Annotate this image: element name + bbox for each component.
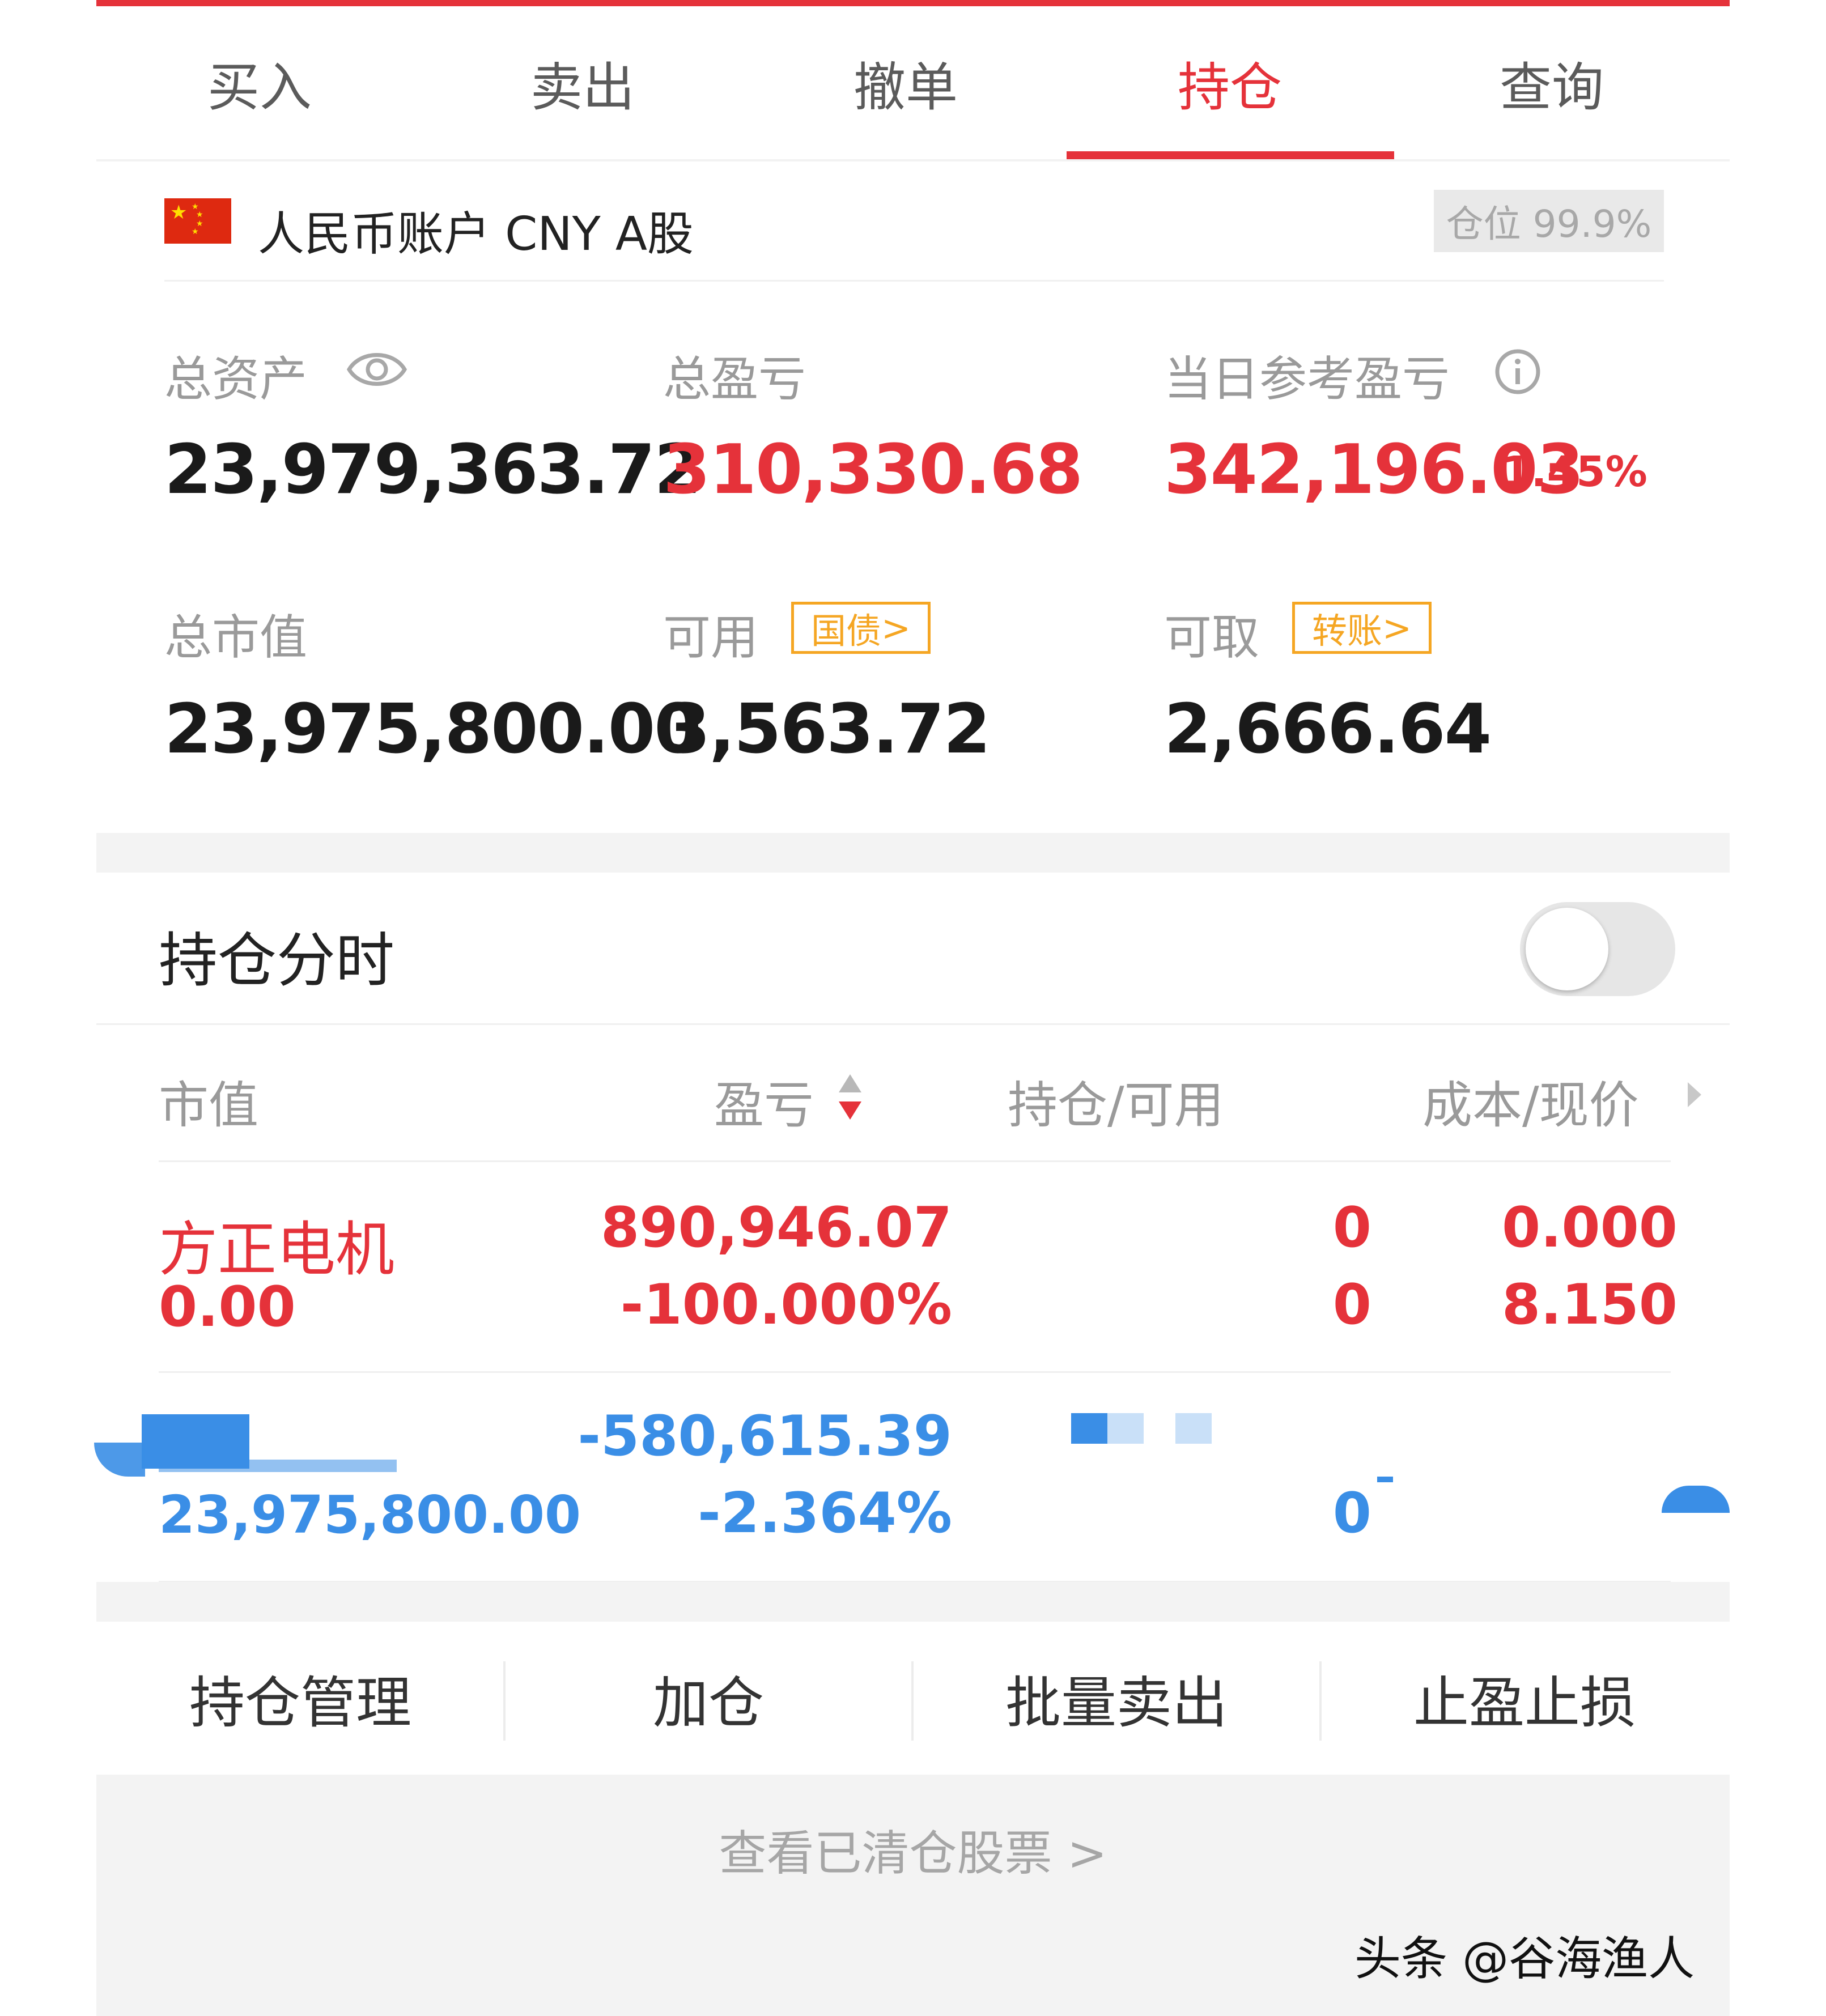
divider: [159, 1160, 1671, 1162]
total-pnl-label: 总盈亏: [663, 351, 806, 407]
market-value-value: 23,975,800.00: [164, 690, 702, 769]
stock-cost: 0.000: [1502, 1196, 1678, 1260]
available-value: 3,563.72: [663, 690, 991, 769]
position-ratio-badge: 仓位 99.9%: [1434, 190, 1664, 252]
divider: [96, 1023, 1730, 1025]
top-accent-bar: [96, 0, 1730, 6]
info-icon[interactable]: [1494, 348, 1542, 395]
stock-available: 0: [1332, 1481, 1371, 1546]
treasury-bond-tag[interactable]: 国债 >: [791, 602, 931, 654]
add-position-button[interactable]: 加仓: [504, 1622, 912, 1775]
view-cleared-stocks-link[interactable]: 查看已清仓股票 >: [96, 1815, 1730, 1884]
sort-icon[interactable]: [834, 1071, 866, 1122]
redacted-mark: [1662, 1486, 1730, 1513]
transfer-tag-label: 转账: [1312, 610, 1383, 652]
withdrawable-value: 2,666.64: [1164, 690, 1492, 769]
chevron-right-icon[interactable]: [1684, 1080, 1704, 1109]
stock-pnl-percent: -2.364%: [698, 1481, 952, 1546]
tab-sell[interactable]: 卖出: [419, 6, 746, 159]
holding-intraday-toggle[interactable]: [1520, 902, 1675, 996]
stock-price: 8.150: [1502, 1273, 1678, 1337]
stock-market-value: 0.00: [159, 1275, 296, 1339]
column-cost-price[interactable]: 成本/现价: [1422, 1065, 1639, 1137]
stock-holding: 0: [1332, 1196, 1371, 1260]
stock-name: 方正电机: [159, 1215, 395, 1284]
redacted-mark: [159, 1460, 397, 1472]
treasury-bond-tag-label: 国债: [811, 610, 882, 652]
total-assets-value: 23,979,363.72: [164, 431, 702, 509]
trading-app: 买入 卖出 撤单 持仓 查询 ★ ★ ★ ★ ★ 人民币账户 CNY A股 仓位…: [94, 0, 1730, 2016]
market-value-label: 总市值: [164, 610, 308, 665]
daily-pnl-label: 当日参考盈亏: [1164, 351, 1450, 407]
account-name: 人民币账户 CNY A股: [258, 207, 694, 261]
stock-pnl: 890,946.07: [601, 1196, 952, 1260]
chevron-right-icon: >: [1382, 607, 1412, 649]
stock-available: 0: [1332, 1273, 1371, 1337]
total-pnl-value: 310,330.68: [663, 431, 1083, 509]
daily-pnl-percent: 1.45%: [1502, 448, 1647, 496]
available-label: 可用: [663, 610, 759, 665]
manage-holdings-button[interactable]: 持仓管理: [96, 1622, 504, 1775]
divider: [159, 1371, 1671, 1373]
batch-sell-button[interactable]: 批量卖出: [912, 1622, 1320, 1775]
chevron-right-icon: >: [881, 607, 911, 649]
holding-intraday-title: 持仓分时: [159, 926, 395, 995]
stock-market-value: 23,975,800.00: [159, 1485, 581, 1545]
withdrawable-label: 可取: [1164, 610, 1260, 665]
stock-pnl: -580,615.39: [577, 1404, 952, 1469]
section-gap: [96, 1582, 1730, 1622]
tab-query[interactable]: 查询: [1388, 6, 1715, 159]
eye-icon[interactable]: [346, 347, 408, 392]
toggle-knob: [1526, 908, 1608, 990]
tab-buy[interactable]: 买入: [96, 6, 423, 159]
stock-pnl-percent: -100.000%: [620, 1273, 952, 1337]
column-holding-available[interactable]: 持仓/可用: [1008, 1065, 1224, 1137]
redacted-mark: [1175, 1413, 1212, 1444]
transfer-tag[interactable]: 转账 >: [1292, 602, 1432, 654]
redacted-mark: [94, 1443, 145, 1477]
china-flag-icon: ★ ★ ★ ★ ★: [164, 198, 231, 244]
tab-holdings[interactable]: 持仓: [1067, 6, 1393, 159]
watermark: 头条 @谷海渔人: [1354, 1932, 1695, 1986]
column-market-value[interactable]: 市值: [159, 1065, 258, 1137]
redacted-mark: [1071, 1413, 1107, 1444]
redacted-mark: [1107, 1413, 1144, 1444]
tab-cancel-order[interactable]: 撤单: [742, 6, 1069, 159]
total-assets-label: 总资产: [164, 351, 308, 407]
section-gap: [96, 833, 1730, 873]
redacted-mark: [1377, 1477, 1393, 1482]
trade-tabs: 买入 卖出 撤单 持仓 查询: [96, 6, 1730, 161]
stop-profit-loss-button[interactable]: 止盈止损: [1320, 1622, 1729, 1775]
action-bar: 持仓管理 加仓 批量卖出 止盈止损: [96, 1622, 1730, 1775]
divider: [164, 280, 1664, 282]
column-pnl[interactable]: 盈亏: [714, 1065, 814, 1137]
active-tab-indicator: [1067, 151, 1394, 159]
